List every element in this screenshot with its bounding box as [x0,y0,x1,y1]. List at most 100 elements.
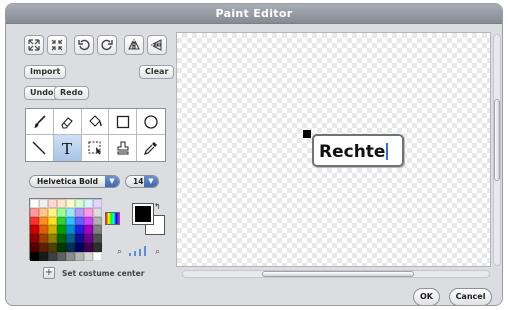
color-swatch[interactable] [66,199,75,208]
color-swatch[interactable] [84,199,93,208]
foreground-color-swatch[interactable] [132,203,154,225]
color-swatch[interactable] [48,216,57,226]
canvas-text-box[interactable]: Rechte [312,134,404,167]
window-title: Paint Editor [215,7,293,20]
paint-editor-window: Paint Editor Import Clear Undo Redo T He… [5,3,503,306]
zoom-in-icon[interactable]: ⌕ [155,247,160,257]
clear-button[interactable]: Clear [139,65,175,79]
font-size-value: 14 [133,177,144,186]
font-size-select[interactable]: 14 ▼ [125,175,159,188]
color-swatch[interactable] [66,234,75,243]
color-swatch[interactable] [48,242,57,252]
color-swatch[interactable] [84,234,93,243]
color-swatch[interactable] [48,251,57,261]
color-swatch[interactable] [66,251,75,261]
cancel-button[interactable]: Cancel [449,288,492,305]
color-swatch[interactable] [48,225,57,235]
paintbrush-icon [33,114,46,128]
color-swatch[interactable] [84,207,93,217]
color-swatch[interactable] [75,251,84,261]
color-swatch[interactable] [66,225,75,235]
import-button[interactable]: Import [24,65,67,79]
rectangle-tool[interactable] [109,109,138,135]
vertical-scroll-thumb[interactable] [494,99,500,181]
color-swatch[interactable] [57,242,66,252]
eraser-icon [61,116,73,129]
title-bar[interactable]: Paint Editor [6,4,502,24]
shrink-button[interactable] [47,35,67,55]
color-swatch[interactable] [39,207,48,217]
color-swatch[interactable] [66,242,75,252]
color-swatch[interactable] [39,234,48,243]
color-swatch[interactable] [84,225,93,235]
color-swatch[interactable] [93,225,102,235]
color-swatch[interactable] [30,225,39,235]
flip-vertical-button[interactable] [147,35,167,55]
color-swatch[interactable] [75,207,84,217]
ok-button[interactable]: OK [413,288,440,305]
color-swatch[interactable] [48,234,57,243]
color-swatch[interactable] [39,242,48,252]
vertical-scrollbar[interactable] [493,34,501,266]
color-swatch[interactable] [75,242,84,252]
swap-colors-icon[interactable]: ↰ [154,202,161,211]
color-swatch[interactable] [75,225,84,235]
color-swatch[interactable] [30,207,39,217]
color-swatch[interactable] [30,216,39,226]
color-swatch[interactable] [30,199,39,208]
color-swatch[interactable] [39,225,48,235]
color-swatch[interactable] [57,225,66,235]
redo-button[interactable]: Redo [54,86,89,100]
color-swatch[interactable] [75,199,84,208]
color-swatch[interactable] [30,234,39,243]
flip-horizontal-button[interactable] [124,35,144,55]
font-name-select[interactable]: Helvetica Bold ▼ [29,175,120,188]
fill-tool[interactable] [81,109,110,135]
color-swatch[interactable] [75,234,84,243]
color-swatch[interactable] [57,207,66,217]
color-swatch[interactable] [57,234,66,243]
color-swatch[interactable] [93,251,102,261]
select-tool[interactable] [81,135,110,161]
color-swatch[interactable] [57,199,66,208]
color-swatch[interactable] [57,216,66,226]
color-swatch[interactable] [84,251,93,261]
line-tool[interactable] [26,135,54,161]
color-swatch[interactable] [93,199,102,208]
text-tool[interactable]: T [53,135,82,161]
color-swatch[interactable] [30,251,39,261]
horizontal-scroll-thumb[interactable] [262,271,414,277]
color-swatch[interactable] [93,242,102,252]
color-swatch[interactable] [48,199,57,208]
paintbrush-tool[interactable] [26,109,54,135]
set-costume-center-button[interactable]: + [43,267,55,279]
color-swatch[interactable] [93,234,102,243]
color-swatch[interactable] [75,216,84,226]
color-picker-swatch[interactable] [105,212,120,225]
text-anchor-handle[interactable] [303,130,311,138]
color-swatch[interactable] [93,207,102,217]
ellipse-tool[interactable] [137,109,165,135]
zoom-out-icon[interactable]: ⌕ [117,247,122,257]
rotate-left-button[interactable] [74,35,94,55]
color-swatch[interactable] [30,242,39,252]
color-swatch[interactable] [48,207,57,217]
color-swatch[interactable] [93,216,102,226]
color-swatch[interactable] [39,199,48,208]
grow-button[interactable] [24,35,44,55]
color-swatch[interactable] [66,216,75,226]
color-swatch[interactable] [84,242,93,252]
eraser-tool[interactable] [53,109,82,135]
color-swatch[interactable] [66,207,75,217]
color-palette [29,198,102,261]
rotate-right-button[interactable] [97,35,117,55]
horizontal-scrollbar[interactable] [182,270,490,278]
color-swatch[interactable] [39,216,48,226]
brush-size-slider[interactable] [129,244,151,256]
eyedropper-tool[interactable] [137,135,165,161]
stamp-tool[interactable] [109,135,138,161]
text-caret [386,143,389,160]
color-swatch[interactable] [57,251,66,261]
color-swatch[interactable] [84,216,93,226]
color-swatch[interactable] [39,251,48,261]
